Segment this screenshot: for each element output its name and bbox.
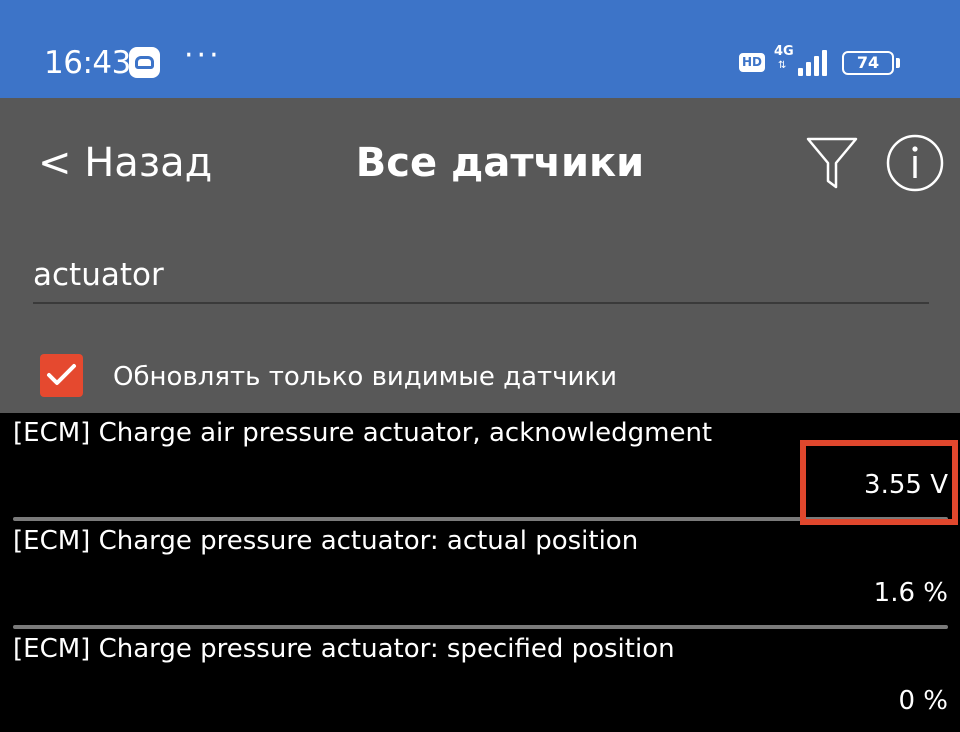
battery-level: 74 bbox=[856, 53, 880, 72]
list-item[interactable]: [ECM] Charge pressure actuator: actual p… bbox=[0, 521, 960, 629]
update-visible-checkbox[interactable] bbox=[40, 354, 83, 397]
update-visible-label[interactable]: Обновлять только видимые датчики bbox=[113, 357, 617, 397]
network-type: 4G bbox=[774, 44, 794, 59]
list-item[interactable]: [ECM] Charge pressure actuator: specifie… bbox=[0, 629, 960, 732]
filter-icon[interactable] bbox=[806, 136, 858, 190]
check-icon bbox=[47, 364, 76, 385]
info-icon[interactable] bbox=[886, 134, 944, 192]
hd-icon: HD bbox=[739, 53, 765, 72]
back-button[interactable]: < Назад bbox=[38, 138, 212, 188]
signal-icon bbox=[798, 50, 830, 76]
battery-tip bbox=[896, 58, 900, 68]
data-arrows-icon: ⇅ bbox=[778, 60, 787, 71]
sensor-name: [ECM] Charge pressure actuator: specifie… bbox=[13, 634, 675, 664]
more-notifications-icon: ··· bbox=[184, 38, 222, 73]
status-bar: 16:43 ··· HD 4G ⇅ 74 bbox=[0, 0, 960, 98]
sensor-name: [ECM] Charge pressure actuator: actual p… bbox=[13, 526, 639, 556]
car-app-icon bbox=[129, 47, 160, 78]
search-input[interactable]: actuator bbox=[33, 252, 929, 304]
value-highlight-box bbox=[800, 440, 958, 525]
page-title: Все датчики bbox=[355, 140, 645, 186]
sensor-value: 0 % bbox=[898, 686, 948, 716]
header-panel: < Назад Все датчики actuator Обновлять т… bbox=[0, 98, 960, 413]
sensor-name: [ECM] Charge air pressure actuator, ackn… bbox=[13, 418, 713, 448]
battery-icon: 74 bbox=[842, 51, 894, 75]
status-time: 16:43 bbox=[44, 45, 131, 81]
sensor-value: 1.6 % bbox=[873, 578, 948, 608]
